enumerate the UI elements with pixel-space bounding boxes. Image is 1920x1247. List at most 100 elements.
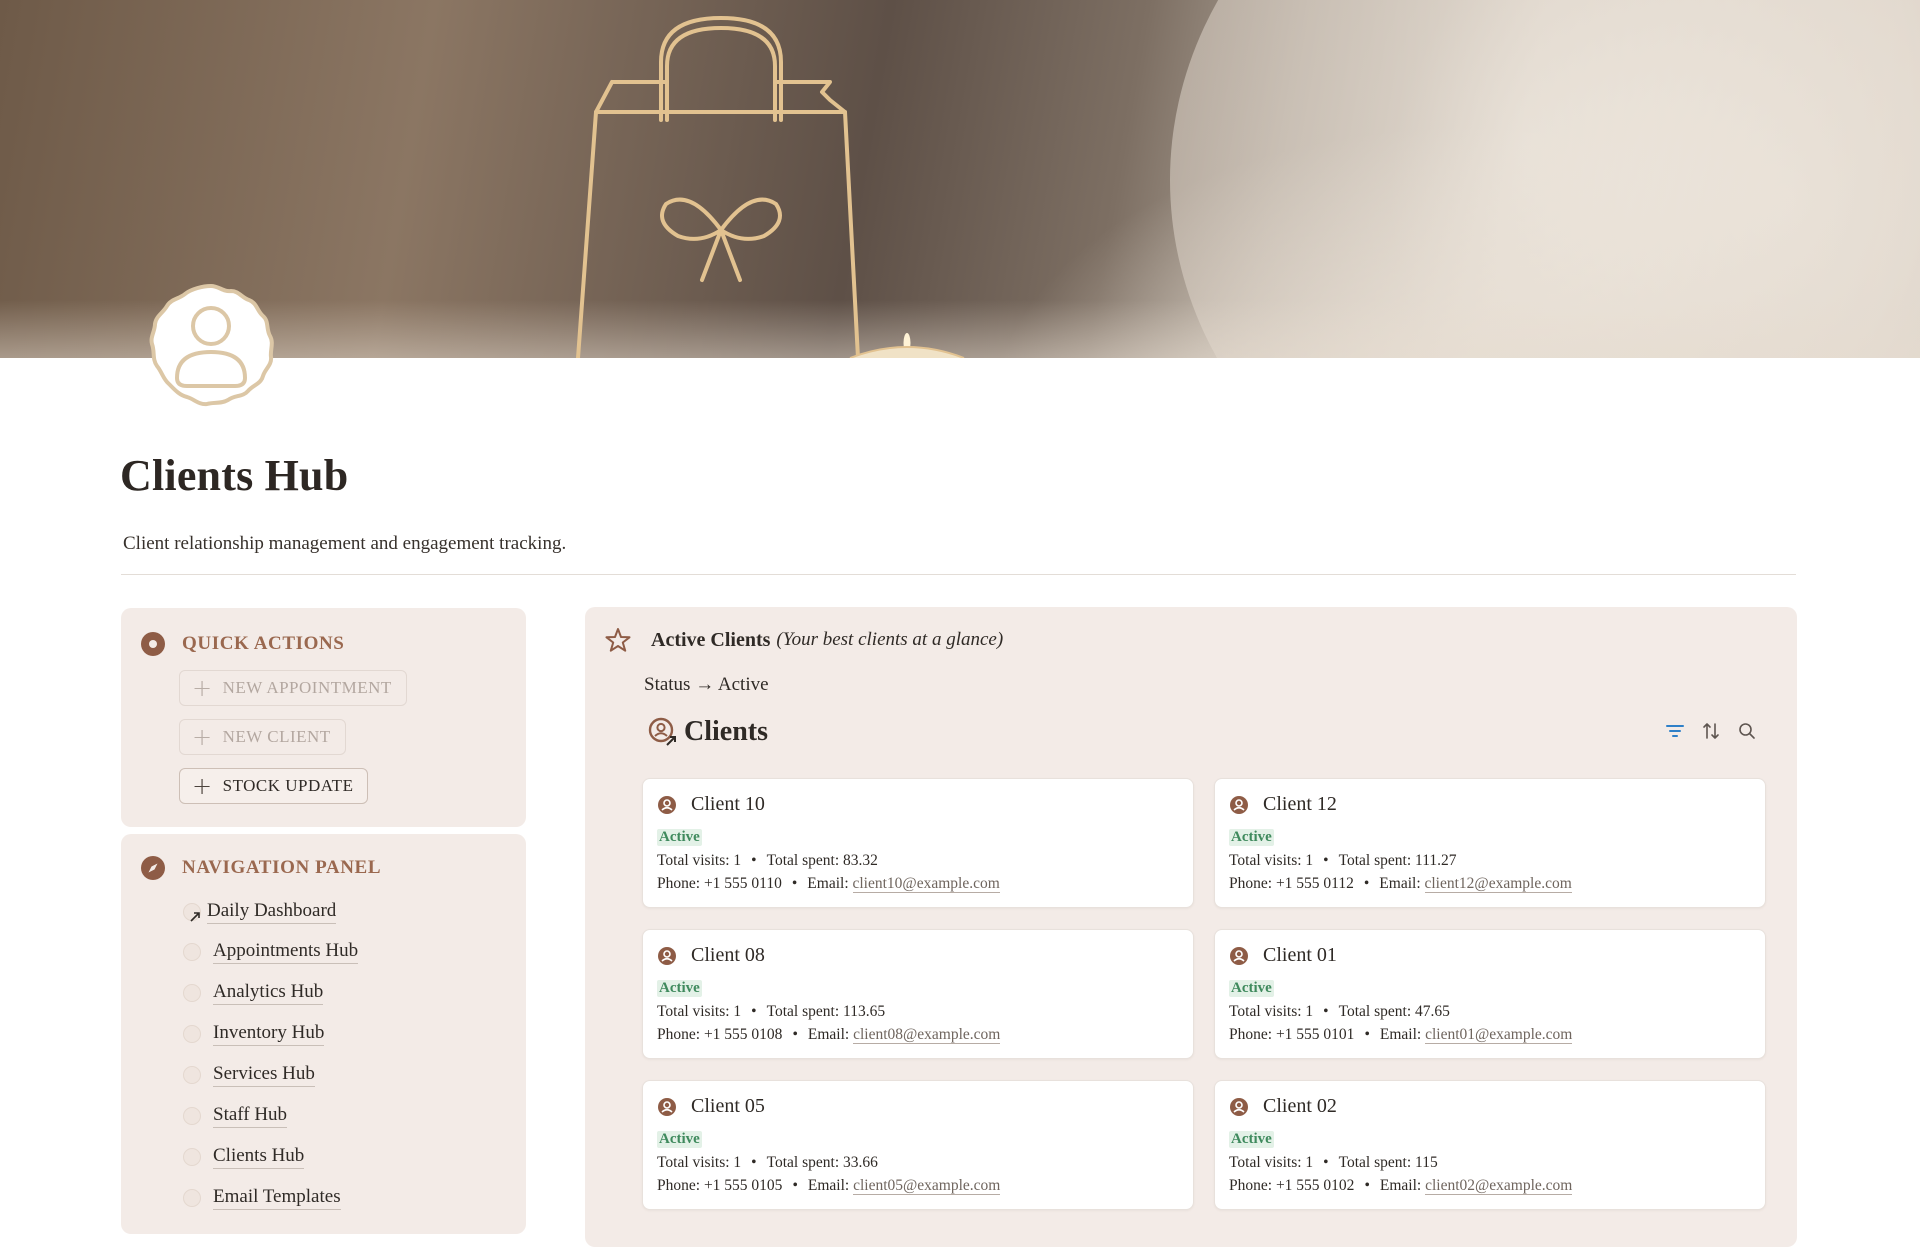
calendar-icon [183, 943, 201, 961]
chart-icon [183, 984, 201, 1002]
email-link[interactable]: client01@example.com [1425, 1026, 1573, 1044]
page-subtitle: Client relationship management and engag… [123, 533, 567, 554]
navigation-header: NAVIGATION PANEL [141, 856, 381, 880]
separator: • [1364, 1177, 1370, 1194]
visits-value: 1 [733, 1003, 742, 1020]
client-name: Client 05 [691, 1095, 765, 1117]
client-card[interactable]: Client 02 Active Total visits: 1 • Total s… [1214, 1080, 1766, 1210]
phone-label: Phone: [657, 875, 701, 892]
card-contact: Phone: +1 555 0102 • Email: client02@examp… [1229, 1177, 1573, 1195]
filter-button[interactable] [1665, 721, 1685, 741]
staff-icon [183, 1107, 201, 1125]
client-name: Client 12 [1263, 793, 1337, 815]
visits-value: 1 [1305, 852, 1314, 869]
user-link-icon [648, 717, 676, 746]
email-label: Email: [1379, 875, 1421, 892]
visits-label: Total visits: [657, 1003, 730, 1020]
nav-label: Staff Hub [213, 1104, 288, 1128]
client-card[interactable]: Client 05 Active Total visits: 1 • Total s… [642, 1080, 1194, 1210]
new-client-button[interactable]: + NEW CLIENT [179, 719, 346, 755]
card-header: Client 10 [657, 793, 765, 816]
visits-value: 1 [733, 852, 742, 869]
spent-value: 115 [1415, 1154, 1438, 1171]
spent-label: Total spent: [766, 1154, 840, 1171]
nav-item-services-hub[interactable]: Services Hub [183, 1063, 315, 1087]
separator: • [751, 852, 757, 869]
client-name: Client 02 [1263, 1095, 1337, 1117]
database-label: Clients [684, 716, 768, 747]
email-label: Email: [807, 1026, 850, 1043]
divider [121, 574, 1796, 575]
sort-button[interactable] [1701, 721, 1721, 741]
user-badge-icon [149, 283, 274, 407]
card-header: Client 08 [657, 944, 765, 967]
plus-icon: + [192, 674, 213, 702]
phone-label: Phone: [1229, 875, 1273, 892]
nav-label: Inventory Hub [213, 1022, 325, 1046]
nav-item-email-templates[interactable]: Email Templates [183, 1186, 341, 1210]
visits-label: Total visits: [1229, 1003, 1302, 1020]
nav-label: Appointments Hub [213, 940, 359, 964]
card-contact: Phone: +1 555 0105 • Email: client05@examp… [657, 1177, 1001, 1195]
plus-icon: + [192, 723, 213, 751]
separator: • [1363, 875, 1370, 892]
button-label: STOCK UPDATE [222, 776, 354, 795]
card-stats: Total visits: 1 • Total spent: 113.65 [657, 1003, 885, 1021]
card-stats: Total visits: 1 • Total spent: 83.32 [657, 852, 878, 870]
spent-value: 83.32 [843, 852, 878, 869]
user-circle-icon [1230, 946, 1248, 965]
email-label: Email: [807, 1177, 850, 1194]
separator: • [792, 1026, 798, 1043]
email-link[interactable]: client12@example.com [1424, 875, 1572, 893]
card-contact: Phone: +1 555 0112 • Email: client12@examp… [1229, 875, 1572, 893]
status-badge: Active [657, 829, 702, 846]
quick-actions-header: QUICK ACTIONS [141, 632, 344, 656]
email-link[interactable]: client10@example.com [852, 875, 1000, 893]
nav-label: Daily Dashboard [207, 900, 337, 924]
client-card[interactable]: Client 12 Active Total visits: 1 • Total s… [1214, 778, 1766, 908]
phone-label: Phone: [1229, 1177, 1273, 1194]
status-badge: Active [1229, 829, 1274, 846]
user-circle-icon [1230, 1097, 1248, 1116]
visits-value: 1 [1305, 1003, 1314, 1020]
phone-label: Phone: [657, 1177, 701, 1194]
services-icon [183, 1066, 201, 1084]
spent-label: Total spent: [1338, 1154, 1412, 1171]
nav-item-clients-hub[interactable]: Clients Hub [183, 1145, 305, 1169]
spent-label: Total spent: [766, 1003, 840, 1020]
card-header: Client 12 [1229, 793, 1337, 816]
search-button[interactable] [1737, 721, 1757, 741]
nav-item-daily-dashboard[interactable]: Daily Dashboard [183, 900, 337, 924]
nav-item-staff-hub[interactable]: Staff Hub [183, 1104, 288, 1128]
clients-database-title[interactable]: Clients [648, 716, 768, 748]
status-badge: Active [1229, 980, 1274, 997]
user-circle-icon [658, 795, 676, 814]
visits-label: Total visits: [657, 852, 730, 869]
visits-label: Total visits: [1229, 1154, 1302, 1171]
button-label: NEW CLIENT [222, 727, 331, 746]
active-clients-title: Active Clients [651, 628, 771, 651]
active-clients-panel: Active Clients (Your best clients at a g… [585, 607, 1797, 1247]
separator: • [1323, 1003, 1329, 1020]
new-appointment-button[interactable]: + NEW APPOINTMENT [179, 670, 407, 706]
card-header: Client 01 [1229, 944, 1337, 967]
nav-item-inventory-hub[interactable]: Inventory Hub [183, 1022, 325, 1046]
plus-icon: + [192, 772, 213, 800]
email-link[interactable]: client05@example.com [853, 1177, 1001, 1195]
record-dot-icon [141, 632, 165, 656]
visits-label: Total visits: [1229, 852, 1302, 869]
phone-value: +1 555 0110 [703, 875, 782, 892]
email-link[interactable]: client02@example.com [1425, 1177, 1573, 1195]
spent-label: Total spent: [766, 852, 840, 869]
nav-item-analytics-hub[interactable]: Analytics Hub [183, 981, 324, 1005]
nav-item-appointments-hub[interactable]: Appointments Hub [183, 940, 359, 964]
client-card[interactable]: Client 01 Active Total visits: 1 • Total s… [1214, 929, 1766, 1059]
stock-update-button[interactable]: + STOCK UPDATE [179, 768, 369, 804]
email-link[interactable]: client08@example.com [853, 1026, 1001, 1044]
email-label: Email: [807, 875, 849, 892]
client-card[interactable]: Client 08 Active Total visits: 1 • Total s… [642, 929, 1194, 1059]
user-icon [183, 1148, 201, 1166]
nav-label: Analytics Hub [213, 981, 324, 1005]
client-card[interactable]: Client 10 Active Total visits: 1 • Total s… [642, 778, 1194, 908]
card-stats: Total visits: 1 • Total spent: 111.27 [1229, 852, 1457, 870]
